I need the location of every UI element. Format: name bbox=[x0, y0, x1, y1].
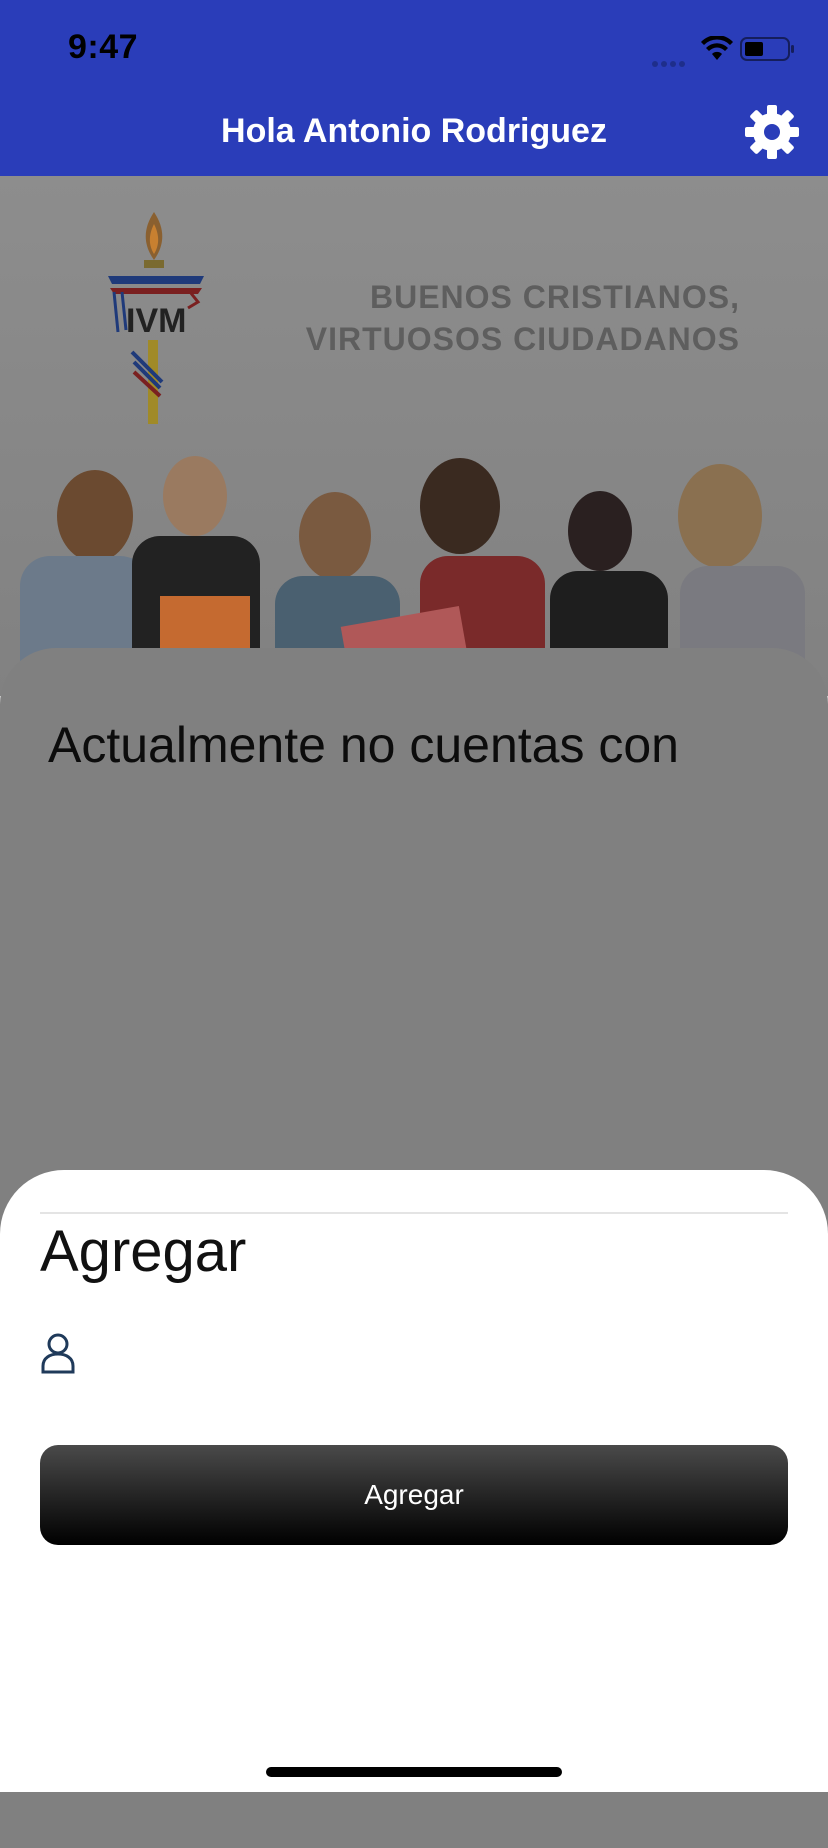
add-bottom-sheet: Agregar Agregar bbox=[0, 1170, 828, 1792]
sheet-title: Agregar bbox=[40, 1219, 247, 1284]
gear-icon[interactable] bbox=[742, 102, 802, 162]
tagline-line-2: VIRTUOSOS CIUDADANOS bbox=[305, 321, 740, 357]
home-indicator[interactable] bbox=[266, 1767, 562, 1777]
empty-state-message: Actualmente no cuentas con bbox=[48, 717, 679, 773]
logo-text: IVM bbox=[126, 302, 186, 340]
input-underline bbox=[40, 1212, 788, 1214]
add-code-input[interactable] bbox=[90, 1328, 792, 1380]
battery-icon bbox=[740, 37, 794, 61]
hero-banner: IVM BUENOS CRISTIANOS, VIRTUOSOS CIUDADA… bbox=[0, 176, 828, 696]
page-title: Hola Antonio Rodriguez bbox=[221, 112, 607, 150]
navigation-bar: Hola Antonio Rodriguez bbox=[0, 100, 828, 176]
wifi-icon bbox=[701, 36, 733, 60]
cellular-signal-icon bbox=[652, 54, 692, 67]
status-bar: 9:47 bbox=[0, 0, 828, 100]
user-icon bbox=[41, 1333, 75, 1374]
status-time: 9:47 bbox=[68, 28, 139, 66]
hero-tagline: BUENOS CRISTIANOS, VIRTUOSOS CIUDADANOS bbox=[306, 276, 740, 360]
school-logo: IVM bbox=[108, 212, 204, 424]
add-button[interactable]: Agregar bbox=[40, 1445, 788, 1545]
tagline-line-1: BUENOS CRISTIANOS, bbox=[369, 279, 740, 315]
